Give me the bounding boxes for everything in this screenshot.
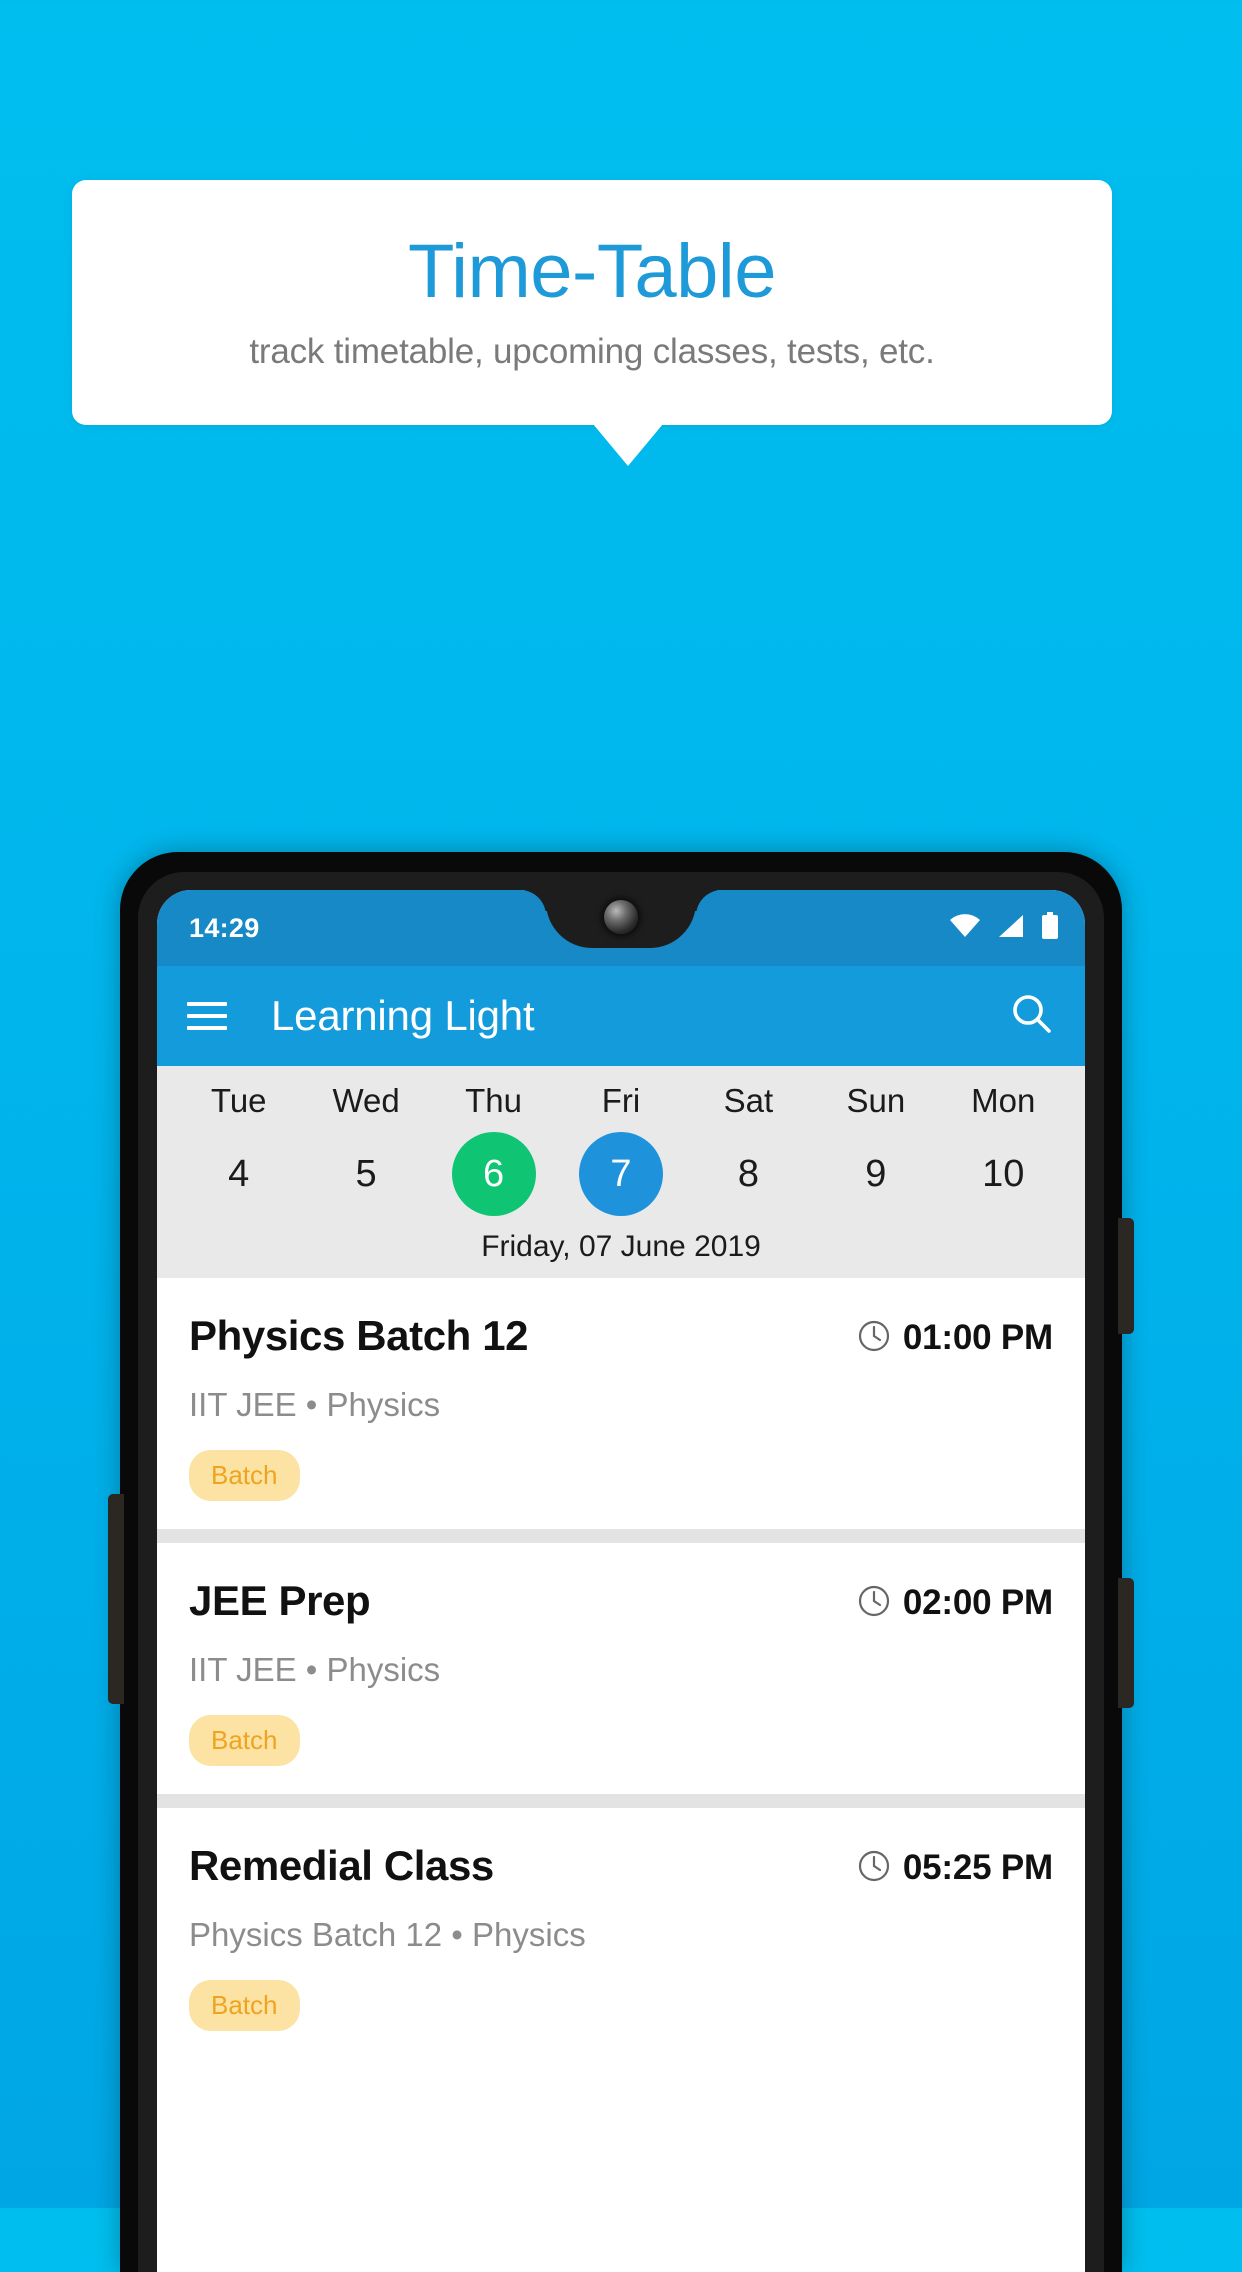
status-badge: Batch — [189, 1980, 300, 2031]
weekday-label-cell[interactable]: Fri — [557, 1082, 684, 1120]
selected-date-label: Friday, 07 June 2019 — [481, 1230, 761, 1263]
date-cell-today[interactable]: 6 — [430, 1132, 557, 1216]
class-card-header: JEE Prep 02:00 PM — [189, 1577, 1053, 1625]
weekday-label-cell[interactable]: Sun — [812, 1082, 939, 1120]
weekday-row: Tue Wed Thu Fri Sat Sun Mon — [157, 1082, 1085, 1120]
class-list: Physics Batch 12 01:00 PM IIT JEE • Phys… — [157, 1278, 1085, 2059]
weekday-label: Mon — [971, 1082, 1036, 1119]
weekday-label: Thu — [465, 1082, 522, 1119]
class-time-wrap: 05:25 PM — [857, 1842, 1053, 1888]
battery-icon — [1041, 912, 1059, 944]
front-camera-icon — [604, 900, 638, 934]
promo-bubble: Time-Table track timetable, upcoming cla… — [72, 180, 1112, 425]
phone-side-button-right-upper[interactable] — [1118, 1218, 1134, 1334]
class-title: JEE Prep — [189, 1577, 371, 1624]
date-number-today: 6 — [451, 1132, 536, 1216]
date-cell-selected[interactable]: 7 — [557, 1132, 684, 1216]
date-cell[interactable]: 4 — [175, 1132, 302, 1216]
weekday-label: Sat — [723, 1082, 774, 1119]
date-number: 9 — [865, 1152, 887, 1195]
weekday-label-cell[interactable]: Wed — [302, 1082, 429, 1120]
signal-icon — [998, 914, 1024, 943]
class-subtitle: Physics Batch 12 • Physics — [189, 1916, 586, 1953]
app-title: Learning Light — [271, 992, 535, 1039]
class-title: Physics Batch 12 — [189, 1312, 529, 1359]
class-card-header: Physics Batch 12 01:00 PM — [189, 1312, 1053, 1360]
date-cell[interactable]: 9 — [812, 1132, 939, 1216]
status-bar: 14:29 — [157, 890, 1085, 966]
search-icon[interactable] — [1009, 991, 1055, 1042]
clock-icon — [857, 1849, 891, 1888]
wifi-icon — [949, 913, 981, 943]
class-card[interactable]: JEE Prep 02:00 PM IIT JEE • Physics Batc… — [157, 1543, 1085, 1794]
date-number-selected: 7 — [578, 1132, 663, 1216]
status-bar-icons — [949, 912, 1059, 944]
date-number: 10 — [982, 1152, 1025, 1195]
date-number: 5 — [355, 1152, 377, 1195]
clock-icon — [857, 1584, 891, 1623]
class-time: 01:00 PM — [902, 1318, 1053, 1357]
class-time: 05:25 PM — [902, 1848, 1053, 1887]
class-card-header: Remedial Class 05:25 PM — [189, 1842, 1053, 1890]
class-time-wrap: 01:00 PM — [857, 1312, 1053, 1358]
weekday-label-cell[interactable]: Thu — [430, 1082, 557, 1120]
status-badge: Batch — [189, 1450, 300, 1501]
phone-screen: 14:29 Learning Light Tue Wed Thu Fri Sat… — [157, 890, 1085, 2272]
status-bar-clock: 14:29 — [189, 912, 260, 943]
app-bar: Learning Light — [157, 966, 1085, 1066]
date-cell[interactable]: 5 — [302, 1132, 429, 1216]
class-card[interactable]: Physics Batch 12 01:00 PM IIT JEE • Phys… — [157, 1278, 1085, 1529]
class-time: 02:00 PM — [902, 1583, 1053, 1622]
weekday-label-cell[interactable]: Tue — [175, 1082, 302, 1120]
page-title: Time-Table — [407, 228, 777, 314]
date-strip: Tue Wed Thu Fri Sat Sun Mon 4 5 6 7 8 9 … — [157, 1066, 1085, 1278]
weekday-label: Wed — [332, 1082, 400, 1119]
date-cell[interactable]: 10 — [940, 1132, 1067, 1216]
promo-bubble-tail — [593, 424, 663, 466]
weekday-label: Tue — [210, 1082, 267, 1119]
weekday-label-cell[interactable]: Mon — [940, 1082, 1067, 1120]
hamburger-menu-icon[interactable] — [187, 1002, 227, 1030]
date-number: 8 — [737, 1152, 759, 1195]
date-number-row: 4 5 6 7 8 9 10 — [157, 1132, 1085, 1216]
phone-side-button-right-lower[interactable] — [1118, 1578, 1134, 1708]
class-title: Remedial Class — [189, 1842, 494, 1889]
class-subtitle: IIT JEE • Physics — [189, 1651, 441, 1688]
weekday-label: Fri — [601, 1082, 641, 1119]
phone-notch — [546, 890, 696, 948]
class-card[interactable]: Remedial Class 05:25 PM Physics Batch 12… — [157, 1808, 1085, 2059]
weekday-label-cell[interactable]: Sat — [685, 1082, 812, 1120]
date-number: 4 — [228, 1152, 250, 1195]
date-cell[interactable]: 8 — [685, 1132, 812, 1216]
weekday-label: Sun — [846, 1082, 906, 1119]
class-time-wrap: 02:00 PM — [857, 1577, 1053, 1623]
clock-icon — [857, 1319, 891, 1358]
status-badge: Batch — [189, 1715, 300, 1766]
phone-side-button-left[interactable] — [108, 1494, 124, 1704]
page-subtitle: track timetable, upcoming classes, tests… — [249, 331, 935, 371]
class-subtitle: IIT JEE • Physics — [189, 1386, 441, 1423]
